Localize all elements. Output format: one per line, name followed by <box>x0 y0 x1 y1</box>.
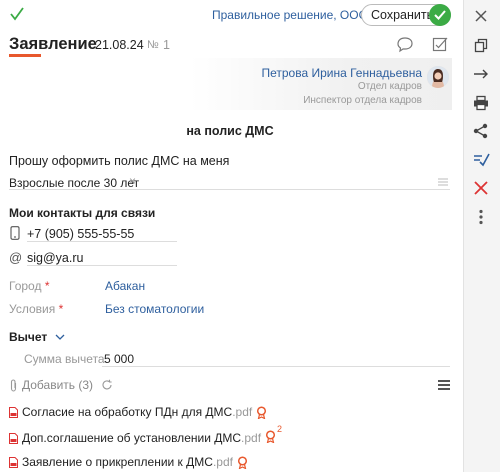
phone-field[interactable]: +7 (905) 555-55-55 <box>27 227 134 241</box>
attachment-ext: .pdf <box>232 405 253 419</box>
arrow-right-icon[interactable] <box>472 65 490 83</box>
pdf-icon <box>9 456 18 468</box>
save-check-icon <box>429 4 451 26</box>
add-attachment-button[interactable]: Добавить (3) <box>22 378 93 392</box>
save-button[interactable]: Сохранить <box>361 4 451 26</box>
organization-link[interactable]: Правильное решение, ООО <box>212 8 368 22</box>
document-heading: на полис ДМС <box>186 124 274 138</box>
author-role: Инспектор отдела кадров <box>303 95 422 106</box>
signature-count: 2 <box>277 424 283 434</box>
chevron-down-icon <box>55 334 65 340</box>
deduction-label: Вычет <box>9 330 48 344</box>
conditions-value[interactable]: Без стоматологии <box>105 302 204 316</box>
contacts-title: Мои контакты для связи <box>9 206 156 220</box>
email-icon: @ <box>9 250 23 265</box>
attachment-name: Доп.соглашение об установлении ДМС <box>22 431 242 445</box>
number-sign: № <box>147 39 159 51</box>
city-label: Город * <box>9 279 50 293</box>
attachment-item[interactable]: Согласие на обработку ПДн для ДМС.pdf <box>9 405 267 419</box>
document-date[interactable]: 21.08.24 <box>95 38 144 52</box>
category-value[interactable]: Взрослые после 30 лет <box>9 176 139 190</box>
copy-icon[interactable] <box>472 36 490 54</box>
menu-lines-icon[interactable] <box>438 178 448 186</box>
attachment-ext: .pdf <box>212 455 233 469</box>
divider <box>9 189 450 190</box>
document-number[interactable]: 1 <box>163 38 170 52</box>
clear-icon[interactable]: × <box>129 174 136 188</box>
more-vertical-icon[interactable] <box>472 208 490 226</box>
attachments-bar: Добавить (3) <box>9 378 113 392</box>
page-title: Заявление <box>9 35 97 53</box>
deduction-sum-field[interactable]: 5 000 <box>104 352 134 366</box>
comments-icon[interactable] <box>396 35 414 53</box>
conditions-label: Условия * <box>9 302 64 316</box>
attachment-name: Заявление о прикреплении к ДМС <box>22 455 213 469</box>
close-icon[interactable] <box>472 7 490 25</box>
share-icon[interactable] <box>472 122 490 140</box>
city-value[interactable]: Абакан <box>105 279 145 293</box>
phone-icon <box>10 226 20 240</box>
save-button-label: Сохранить <box>371 8 434 22</box>
delete-icon[interactable] <box>472 179 490 197</box>
title-underline <box>9 54 41 57</box>
author-name[interactable]: Петрова Ирина Геннадьевна <box>261 66 422 80</box>
email-field[interactable]: sig@ya.ru <box>27 251 83 265</box>
done-check-icon[interactable] <box>10 6 24 22</box>
pdf-icon <box>9 432 18 444</box>
avatar[interactable] <box>427 66 449 88</box>
print-icon[interactable] <box>472 94 490 112</box>
attachment-name: Согласие на обработку ПДн для ДМС <box>22 405 233 419</box>
email-underline <box>27 265 177 266</box>
signature-badge-icon[interactable] <box>265 430 276 444</box>
tasks-icon[interactable] <box>431 35 449 53</box>
author-department: Отдел кадров <box>357 81 422 92</box>
signature-badge-icon[interactable] <box>237 455 248 469</box>
attachment-item[interactable]: Доп.соглашение об установлении ДМС.pdf 2 <box>9 424 282 446</box>
paperclip-icon <box>10 378 17 392</box>
deduction-sum-underline <box>102 366 450 367</box>
deduction-toggle[interactable]: Вычет <box>9 330 65 344</box>
list-view-icon[interactable] <box>438 380 450 390</box>
refresh-icon[interactable] <box>101 379 113 391</box>
approve-list-icon[interactable] <box>472 150 490 168</box>
pdf-icon <box>9 406 18 418</box>
signature-badge-icon[interactable] <box>256 405 267 419</box>
phone-underline <box>27 241 177 242</box>
attachment-item[interactable]: Заявление о прикреплении к ДМС.pdf <box>9 455 248 469</box>
deduction-sum-label: Сумма вычета <box>24 352 105 366</box>
request-text[interactable]: Прошу оформить полис ДМС на меня <box>9 154 229 168</box>
attachment-ext: .pdf <box>241 431 262 445</box>
